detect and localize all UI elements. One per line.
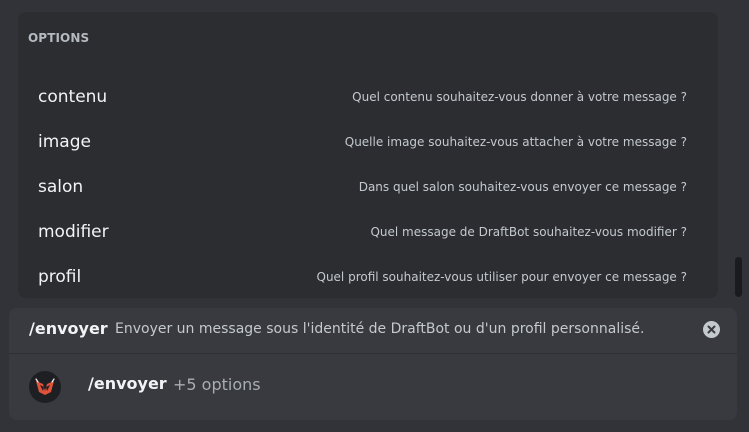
- extra-options-count[interactable]: +5 options: [173, 375, 261, 394]
- option-description: Quel profil souhaitez-vous utiliser pour…: [316, 269, 688, 284]
- command-name: /envoyer: [29, 319, 108, 338]
- option-name: profil: [38, 266, 82, 287]
- command-divider: [9, 353, 737, 354]
- options-panel: OPTIONS contenu Quel contenu souhaitez-v…: [18, 12, 718, 298]
- option-item-modifier[interactable]: modifier Quel message de DraftBot souhai…: [18, 209, 718, 254]
- option-name: modifier: [38, 221, 109, 242]
- option-description: Dans quel salon souhaitez-vous envoyer c…: [358, 179, 687, 194]
- draftbot-logo-icon: [29, 371, 61, 403]
- option-description: Quel message de DraftBot souhaitez-vous …: [370, 224, 687, 239]
- close-circle-icon[interactable]: [703, 321, 720, 338]
- options-scrollbar[interactable]: [735, 257, 742, 297]
- option-name: image: [38, 131, 91, 152]
- command-box: /envoyer Envoyer un message sous l'ident…: [9, 308, 737, 420]
- option-description: Quelle image souhaitez-vous attacher à v…: [344, 134, 687, 149]
- command-description: Envoyer un message sous l'identité de Dr…: [115, 321, 645, 337]
- option-item-image[interactable]: image Quelle image souhaitez-vous attach…: [18, 119, 718, 164]
- option-item-contenu[interactable]: contenu Quel contenu souhaitez-vous donn…: [18, 74, 718, 119]
- option-name: contenu: [38, 86, 108, 107]
- option-item-profil[interactable]: profil Quel profil souhaitez-vous utilis…: [18, 254, 718, 299]
- command-name-selected[interactable]: /envoyer: [88, 374, 167, 393]
- option-item-salon[interactable]: salon Dans quel salon souhaitez-vous env…: [18, 164, 718, 209]
- option-name: salon: [38, 176, 84, 197]
- option-description: Quel contenu souhaitez-vous donner à vot…: [352, 89, 687, 104]
- options-header: OPTIONS: [28, 31, 90, 45]
